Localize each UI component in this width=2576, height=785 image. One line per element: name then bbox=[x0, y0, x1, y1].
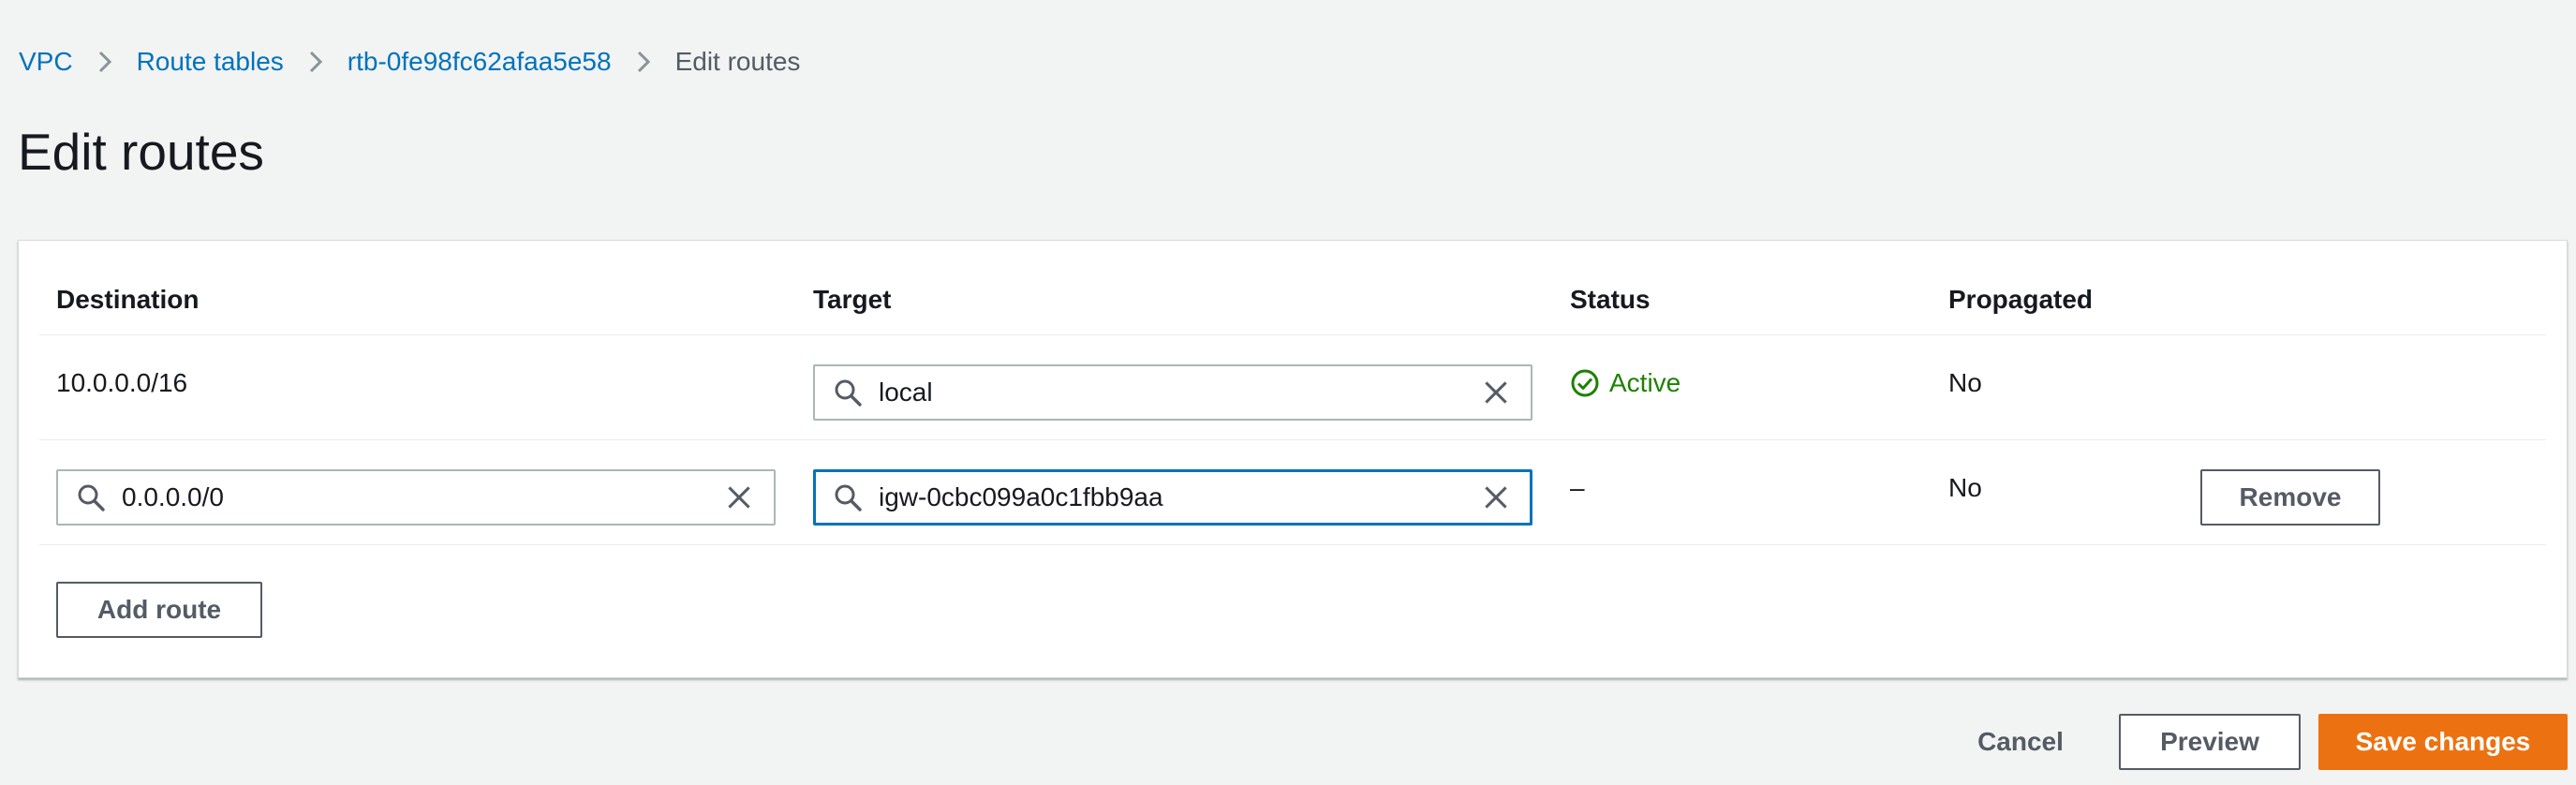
remove-route-button[interactable]: Remove bbox=[2200, 469, 2380, 526]
breadcrumb-current: Edit routes bbox=[674, 47, 801, 76]
save-changes-button[interactable]: Save changes bbox=[2318, 714, 2568, 770]
close-icon[interactable] bbox=[1480, 481, 1512, 513]
close-icon[interactable] bbox=[723, 481, 755, 513]
destination-input-value[interactable]: 0.0.0.0/0 bbox=[107, 482, 723, 512]
row-propagated: No bbox=[1948, 473, 1982, 502]
close-icon[interactable] bbox=[1480, 377, 1512, 408]
column-header-destination: Destination bbox=[56, 285, 200, 314]
breadcrumb: VPC Route tables rtb-0fe98fc62afaa5e58 E… bbox=[19, 41, 800, 82]
row-destination: 10.0.0.0/16 bbox=[56, 368, 188, 397]
column-header-propagated: Propagated bbox=[1948, 285, 2094, 314]
row-divider bbox=[39, 544, 2546, 545]
status-text: Active bbox=[1609, 368, 1681, 397]
row-status: – bbox=[1570, 473, 1585, 502]
search-icon bbox=[832, 481, 864, 513]
row-divider bbox=[39, 439, 2546, 440]
chevron-right-icon bbox=[633, 48, 654, 76]
breadcrumb-link-vpc[interactable]: VPC bbox=[19, 47, 73, 77]
target-input-value[interactable]: igw-0cbc099a0c1fbb9aa bbox=[864, 482, 1480, 512]
add-route-button[interactable]: Add route bbox=[56, 582, 262, 638]
target-input[interactable]: igw-0cbc099a0c1fbb9aa bbox=[813, 469, 1532, 526]
column-header-status: Status bbox=[1570, 285, 1651, 314]
search-icon bbox=[832, 377, 864, 408]
destination-input[interactable]: 0.0.0.0/0 bbox=[56, 469, 776, 526]
breadcrumb-link-route-table-id[interactable]: rtb-0fe98fc62afaa5e58 bbox=[348, 47, 612, 77]
search-icon bbox=[75, 481, 107, 513]
preview-button[interactable]: Preview bbox=[2119, 714, 2301, 770]
chevron-right-icon bbox=[95, 48, 115, 76]
column-header-target: Target bbox=[813, 285, 892, 314]
page-title: Edit routes bbox=[18, 123, 264, 181]
status-badge: Active bbox=[1570, 362, 1680, 405]
target-input[interactable]: local bbox=[813, 364, 1532, 421]
chevron-right-icon bbox=[305, 48, 326, 76]
header-divider bbox=[39, 334, 2546, 335]
target-input-value[interactable]: local bbox=[864, 378, 1480, 407]
breadcrumb-link-route-tables[interactable]: Route tables bbox=[137, 47, 284, 77]
check-circle-icon bbox=[1570, 368, 1600, 398]
routes-panel: Destination Target Status Propagated 10.… bbox=[18, 240, 2568, 678]
row-propagated: No bbox=[1948, 368, 1982, 397]
cancel-button[interactable]: Cancel bbox=[1960, 714, 2081, 770]
